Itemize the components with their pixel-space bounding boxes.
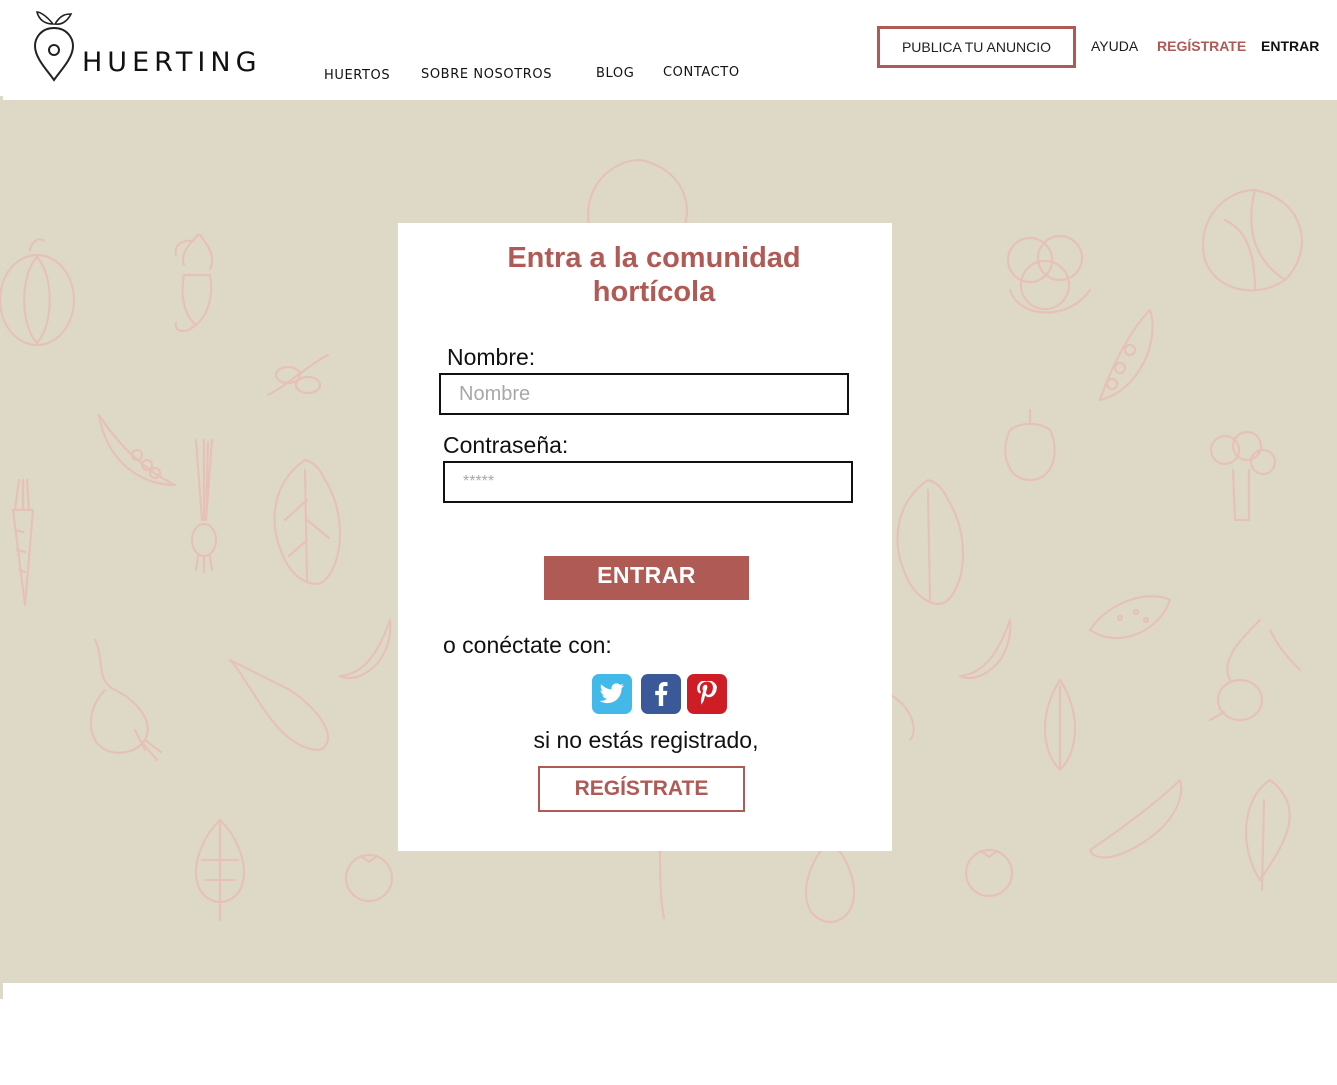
- pinterest-icon: [697, 681, 717, 705]
- login-link[interactable]: ENTRAR: [1261, 38, 1319, 54]
- password-label: Contraseña:: [443, 432, 569, 458]
- nav-huertos[interactable]: HUERTOS: [324, 68, 390, 83]
- publish-ad-button[interactable]: PUBLICA TU ANUNCIO: [877, 26, 1076, 68]
- brand-name[interactable]: HUERTING: [82, 47, 262, 78]
- twitter-login-button[interactable]: [592, 674, 632, 714]
- login-title-line2: hortícola: [592, 276, 716, 308]
- nav-sobre-nosotros[interactable]: SOBRE NOSOTROS: [421, 67, 552, 82]
- social-connect-label: o conéctate con:: [443, 632, 612, 658]
- site-header: HUERTING HUERTOS SOBRE NOSOTROS BLOG CON…: [0, 0, 1337, 100]
- twitter-icon: [599, 683, 625, 704]
- pinterest-login-button[interactable]: [687, 674, 727, 714]
- name-input[interactable]: [439, 373, 849, 415]
- divider: [0, 983, 3, 999]
- register-link[interactable]: REGÍSTRATE: [1157, 38, 1246, 54]
- password-input[interactable]: [443, 461, 853, 503]
- nav-contacto[interactable]: CONTACTO: [663, 65, 740, 80]
- login-title: Entra a la comunidad hortícola: [398, 241, 910, 309]
- register-button[interactable]: REGÍSTRATE: [538, 766, 745, 812]
- login-title-line1: Entra a la comunidad: [507, 242, 801, 274]
- help-link[interactable]: AYUDA: [1091, 38, 1138, 54]
- login-card: Entra a la comunidad hortícola Nombre: C…: [398, 223, 892, 851]
- name-label: Nombre:: [447, 344, 536, 370]
- nav-blog[interactable]: BLOG: [596, 66, 634, 81]
- login-submit-button[interactable]: ENTRAR: [544, 556, 749, 600]
- facebook-icon: [655, 682, 668, 706]
- facebook-login-button[interactable]: [641, 674, 681, 714]
- not-registered-text: si no estás registrado,: [533, 727, 759, 753]
